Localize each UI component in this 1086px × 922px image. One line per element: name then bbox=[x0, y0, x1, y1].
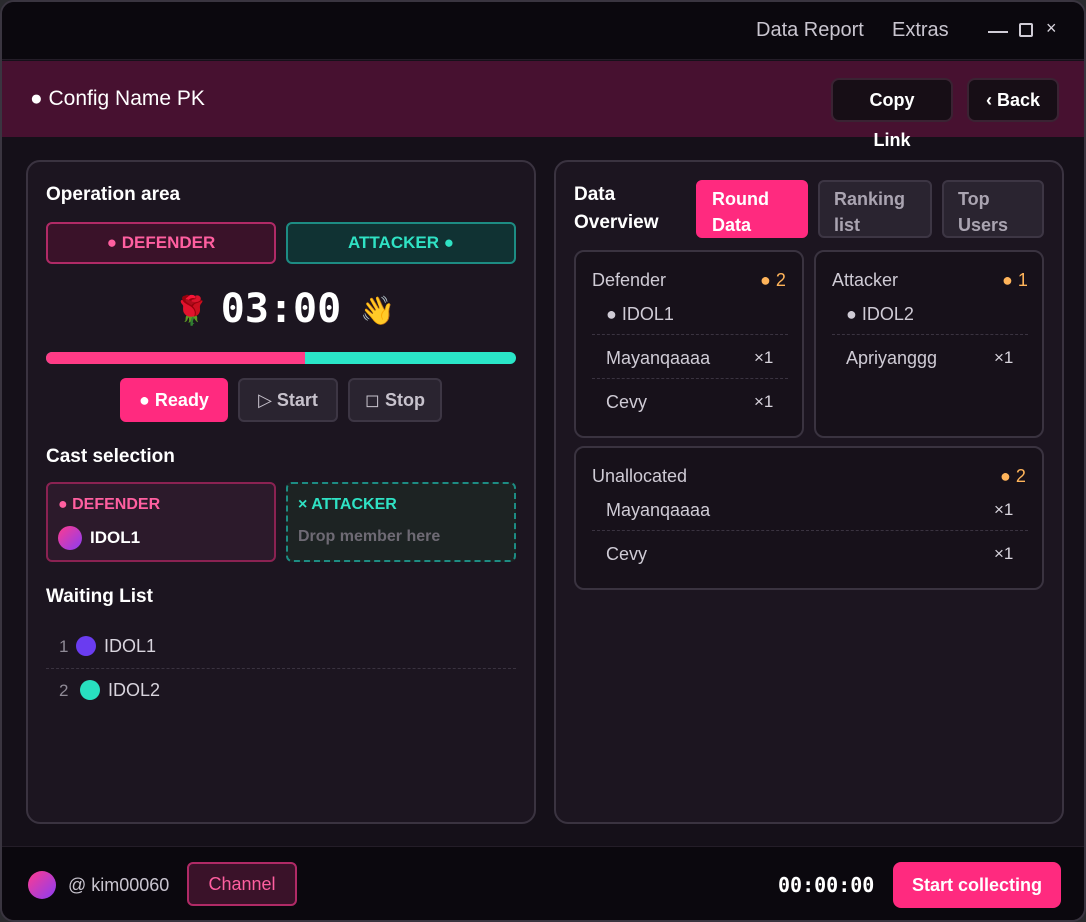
attacker-summary-title: Attacker bbox=[832, 270, 899, 290]
supporter-name: Cevy bbox=[606, 392, 648, 412]
member-dot bbox=[76, 636, 96, 656]
tab-label: Round bbox=[712, 189, 769, 209]
supporter-name: Apriyanggg bbox=[846, 348, 938, 368]
divider bbox=[592, 530, 1028, 531]
attacker-cast-label: × ATTACKER bbox=[298, 496, 397, 513]
list-item[interactable]: 1 IDOL1 bbox=[46, 624, 516, 668]
list-item[interactable]: 2 IDOL2 bbox=[46, 668, 516, 712]
menu-data-report[interactable]: Data Report bbox=[756, 19, 864, 42]
attacker-count-badge: ● 1 bbox=[1002, 270, 1028, 290]
supporter-multiplier: ×1 bbox=[994, 544, 1014, 563]
app-window: Data Report Extras × ● Config Name PK Co… bbox=[0, 0, 1086, 922]
supporter-multiplier: ×1 bbox=[754, 392, 774, 411]
defender-idol: ● IDOL1 bbox=[606, 304, 674, 324]
defender-side-button[interactable]: ● DEFENDER bbox=[46, 222, 276, 264]
unallocated-summary-card: Unallocated ● 2 Mayanqaaaa ×1 Cevy ×1 bbox=[574, 446, 1044, 590]
attacker-idol: ● IDOL2 bbox=[846, 304, 914, 324]
member-dot bbox=[80, 680, 100, 700]
data-overview-title-line1: Data bbox=[574, 184, 616, 205]
channel-button[interactable]: Channel bbox=[187, 862, 297, 906]
stop-button[interactable]: ◻ Stop bbox=[348, 378, 442, 422]
supporter-name: Mayanqaaaa bbox=[606, 348, 711, 368]
attacker-side-button[interactable]: ATTACKER ● bbox=[286, 222, 516, 264]
minimize-icon[interactable] bbox=[988, 31, 1008, 33]
avatar[interactable] bbox=[28, 871, 56, 899]
attacker-cast-slot[interactable]: × ATTACKER Drop member here bbox=[286, 482, 516, 562]
session-timer: 00:00:00 bbox=[778, 873, 875, 897]
defender-cast-slot[interactable]: ● DEFENDER IDOL1 bbox=[46, 482, 276, 562]
username: @ kim00060 bbox=[68, 875, 170, 895]
title-bar: Data Report Extras × bbox=[2, 2, 1084, 60]
divider bbox=[832, 334, 1028, 335]
supporter-multiplier: ×1 bbox=[994, 348, 1014, 367]
defender-cast-member: IDOL1 bbox=[90, 528, 141, 547]
defender-summary-card: Defender ● 2 ● IDOL1 Mayanqaaaa ×1 Cevy … bbox=[574, 250, 804, 438]
defender-progress-fill bbox=[46, 352, 305, 364]
pk-progress-bar bbox=[46, 352, 516, 364]
tab-label: Ranking bbox=[834, 189, 906, 209]
waiting-list-title: Waiting List bbox=[46, 586, 153, 607]
tab-ranking-list[interactable]: Ranking list bbox=[818, 180, 932, 238]
waiting-name: IDOL2 bbox=[108, 680, 161, 700]
unallocated-count-badge: ● 2 bbox=[1000, 466, 1026, 486]
tab-top-users[interactable]: Top Users bbox=[942, 180, 1044, 238]
start-button[interactable]: ▷ Start bbox=[238, 378, 338, 422]
waiting-index: 2 bbox=[59, 681, 69, 700]
unallocated-title: Unallocated bbox=[592, 466, 688, 486]
supporter-name: Cevy bbox=[606, 544, 648, 564]
back-button[interactable]: ‹ Back bbox=[967, 78, 1059, 122]
waiting-name: IDOL1 bbox=[104, 636, 157, 656]
supporter-multiplier: ×1 bbox=[994, 500, 1014, 519]
tab-round-data[interactable]: Round Data bbox=[696, 180, 808, 238]
page-title: ● Config Name PK bbox=[30, 87, 205, 110]
tab-label: Users bbox=[958, 215, 1009, 235]
start-collecting-button[interactable]: Start collecting bbox=[893, 862, 1061, 908]
menu-extras[interactable]: Extras bbox=[892, 19, 949, 42]
divider bbox=[592, 378, 788, 379]
footer-bar: @ kim00060 Channel 00:00:00 Start collec… bbox=[2, 846, 1084, 920]
defender-cast-label: ● DEFENDER bbox=[58, 496, 161, 513]
data-overview-panel: Data Overview Round Data Ranking list To… bbox=[554, 160, 1064, 824]
close-icon[interactable]: × bbox=[1046, 18, 1057, 39]
operation-title: Operation area bbox=[46, 184, 181, 205]
avatar bbox=[58, 526, 82, 550]
divider bbox=[592, 334, 788, 335]
maximize-icon[interactable] bbox=[1019, 23, 1033, 37]
supporter-name: Mayanqaaaa bbox=[606, 500, 711, 520]
cast-selection-title: Cast selection bbox=[46, 446, 175, 467]
supporter-multiplier: ×1 bbox=[754, 348, 774, 367]
round-timer: 03:00 bbox=[220, 286, 342, 332]
wave-icon: 👋 bbox=[360, 295, 395, 326]
tab-label: list bbox=[834, 215, 861, 235]
waiting-index: 1 bbox=[59, 637, 69, 656]
data-overview-title-line2: Overview bbox=[574, 212, 659, 233]
ready-button[interactable]: ● Ready bbox=[120, 378, 228, 422]
attacker-summary-card: Attacker ● 1 ● IDOL2 Apriyanggg ×1 bbox=[814, 250, 1044, 438]
tab-label: Top bbox=[958, 189, 990, 209]
copy-link-button[interactable]: Copy Link bbox=[831, 78, 953, 150]
config-header: ● Config Name PK Copy Link ‹ Back bbox=[2, 61, 1084, 150]
tab-label: Data bbox=[712, 215, 752, 235]
defender-summary-title: Defender bbox=[592, 270, 667, 290]
operation-panel: Operation area ● DEFENDER ATTACKER ● 🌹 0… bbox=[26, 160, 536, 824]
drop-member-placeholder: Drop member here bbox=[298, 528, 441, 545]
defender-count-badge: ● 2 bbox=[760, 270, 786, 290]
